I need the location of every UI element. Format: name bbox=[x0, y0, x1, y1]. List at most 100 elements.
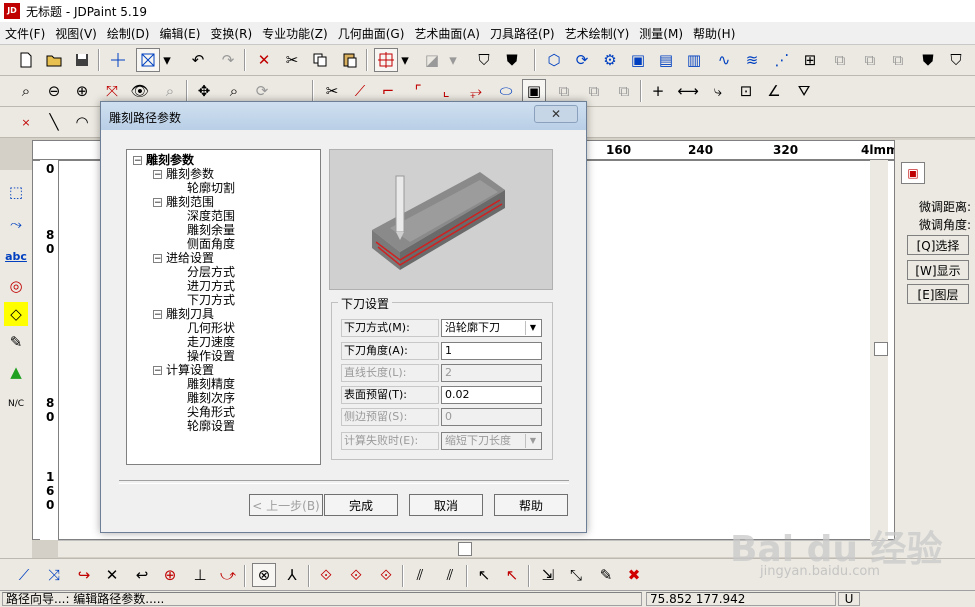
tree-expander-icon[interactable]: − bbox=[153, 366, 162, 376]
dimension-icon[interactable]: ⟷ bbox=[676, 79, 700, 103]
offset-icon[interactable]: ⥅ bbox=[464, 79, 488, 103]
plunge-mode-select[interactable]: 沿轮廓下刀 ▼ bbox=[441, 319, 542, 337]
diamond-tool-icon[interactable]: ◇ bbox=[4, 302, 28, 326]
diamond-node2-icon[interactable]: ⟐ bbox=[344, 563, 368, 587]
menu-measure[interactable]: 测量(M) bbox=[634, 25, 688, 42]
cross-tool-icon[interactable]: ✕ bbox=[100, 563, 124, 587]
line-icon[interactable]: ╲ bbox=[42, 110, 66, 134]
line-length-input[interactable]: 2 bbox=[441, 364, 542, 382]
help-button[interactable]: 帮助 bbox=[494, 494, 568, 516]
plus-icon[interactable]: + bbox=[646, 79, 670, 103]
zoom-in-icon[interactable]: ⊕ bbox=[70, 79, 94, 103]
menu-view[interactable]: 视图(V) bbox=[50, 25, 102, 42]
tree-expander-icon[interactable]: − bbox=[153, 198, 162, 208]
tree-node[interactable]: − 雕刻参数 bbox=[153, 167, 214, 181]
zoom-out-icon[interactable]: ⊖ bbox=[42, 79, 66, 103]
pan-icon[interactable]: ✥ bbox=[192, 79, 216, 103]
shield3-icon[interactable]: ⛉ bbox=[944, 48, 968, 72]
layer-tool-icon[interactable]: ⧉ bbox=[828, 48, 852, 72]
rect-tool-icon[interactable]: ▤ bbox=[654, 48, 678, 72]
pointer-delete-icon[interactable]: ↖ bbox=[500, 563, 524, 587]
grid-snap-icon[interactable] bbox=[374, 48, 398, 72]
extend-icon[interactable]: ⟋ bbox=[348, 79, 372, 103]
vertical-scrollbar[interactable] bbox=[870, 160, 888, 540]
select-rect-icon[interactable]: ⬚ bbox=[4, 180, 28, 204]
frame-icon[interactable]: ▣ bbox=[522, 79, 546, 103]
tree-node[interactable]: 操作设置 bbox=[187, 349, 235, 363]
hook-tool-icon[interactable]: ↩ bbox=[130, 563, 154, 587]
close-button[interactable]: ✕ bbox=[534, 105, 578, 123]
side-allowance-input[interactable]: 0 bbox=[441, 408, 542, 426]
tree-node[interactable]: − 雕刻参数 bbox=[133, 153, 194, 167]
surface-tool-icon[interactable]: ⬡ bbox=[542, 48, 566, 72]
eraser-icon[interactable]: ✎ bbox=[4, 330, 28, 354]
menu-edit[interactable]: 编辑(E) bbox=[154, 25, 205, 42]
tangent-icon[interactable]: ⤻ bbox=[216, 563, 240, 587]
diamond-node3-icon[interactable]: ⟐ bbox=[374, 563, 398, 587]
snap-point-icon[interactable]: ⊗ bbox=[252, 563, 276, 587]
menu-geometric-surface[interactable]: 几何曲面(G) bbox=[333, 25, 410, 42]
angle-icon[interactable]: ∠ bbox=[762, 79, 786, 103]
layer-button[interactable]: [E]图层 bbox=[907, 284, 969, 304]
new-file-icon[interactable] bbox=[14, 48, 38, 72]
zoom-window-icon[interactable]: ⌕ bbox=[14, 79, 38, 103]
tree-node[interactable]: 雕刻余量 bbox=[187, 223, 235, 237]
zoom-all-icon[interactable]: ⤧ bbox=[100, 79, 124, 103]
measure-line-icon[interactable]: ⤡ bbox=[564, 563, 588, 587]
params-tree[interactable]: − 雕刻参数 − 雕刻参数 轮廓切割 − 雕刻范围 深度范围 雕刻余量 侧面角度 − 进给设置 分层方式… bbox=[126, 149, 321, 465]
surface-allowance-input[interactable]: 0.02 bbox=[441, 386, 542, 404]
circle-tool-icon[interactable]: ◎ bbox=[4, 274, 28, 298]
plunge-angle-input[interactable]: 1 bbox=[441, 342, 542, 360]
tree-node[interactable]: − 雕刻范围 bbox=[153, 195, 214, 209]
dropdown-arrow-icon[interactable]: ▼ bbox=[525, 321, 540, 335]
trim-icon[interactable]: ✂ bbox=[320, 79, 344, 103]
menu-professional[interactable]: 专业功能(Z) bbox=[257, 25, 333, 42]
refresh-icon[interactable]: ⟳ bbox=[250, 79, 274, 103]
wave-tool-icon[interactable]: ≋ bbox=[740, 48, 764, 72]
eye-icon[interactable]: 👁 bbox=[128, 79, 152, 103]
fillet-icon[interactable]: ⌞ bbox=[434, 79, 458, 103]
arc-tool-icon[interactable]: ↪ bbox=[72, 563, 96, 587]
tree-node[interactable]: 雕刻精度 bbox=[187, 377, 235, 391]
tree-node[interactable]: 侧面角度 bbox=[187, 237, 235, 251]
close-red-icon[interactable]: ✖ bbox=[622, 563, 646, 587]
dropdown-arrow-icon[interactable]: ▾ bbox=[446, 48, 460, 72]
menu-draw[interactable]: 绘制(D) bbox=[102, 25, 155, 42]
marker-icon[interactable]: ⛛ bbox=[792, 79, 816, 103]
menu-file[interactable]: 文件(F) bbox=[0, 25, 50, 42]
tree-node[interactable]: 深度范围 bbox=[187, 209, 235, 223]
tree-node[interactable]: 进刀方式 bbox=[187, 279, 235, 293]
menu-toolpath[interactable]: 刀具路径(P) bbox=[485, 25, 560, 42]
menu-art-surface[interactable]: 艺术曲面(A) bbox=[409, 25, 485, 42]
pointer-icon[interactable]: ↖ bbox=[472, 563, 496, 587]
array2-icon[interactable]: ⧉ bbox=[582, 79, 606, 103]
rotate-tool-icon[interactable]: ⟳ bbox=[570, 48, 594, 72]
transform-icon[interactable]: ⇲ bbox=[536, 563, 560, 587]
tree-node[interactable]: 走刀速度 bbox=[187, 335, 235, 349]
scroll-thumb[interactable] bbox=[874, 342, 888, 356]
point-icon[interactable]: × bbox=[14, 110, 38, 134]
cone-icon[interactable]: ▲ bbox=[4, 360, 28, 384]
save-icon[interactable] bbox=[70, 48, 94, 72]
paste-icon[interactable] bbox=[338, 48, 362, 72]
open-folder-icon[interactable] bbox=[42, 48, 66, 72]
ellipse-icon[interactable]: ⬭ bbox=[494, 79, 518, 103]
document-edit-icon[interactable]: ✎ bbox=[594, 563, 618, 587]
menu-help[interactable]: 帮助(H) bbox=[688, 25, 740, 42]
curve-tool-icon[interactable]: ∿ bbox=[712, 48, 736, 72]
tree-expander-icon[interactable]: − bbox=[153, 254, 162, 264]
shield-icon[interactable]: ⛉ bbox=[472, 48, 496, 72]
redo-icon[interactable]: ↷ bbox=[216, 48, 240, 72]
tree-expander-icon[interactable]: − bbox=[133, 156, 142, 166]
dropdown-arrow-icon[interactable]: ▼ bbox=[525, 434, 540, 448]
undo-icon[interactable]: ↶ bbox=[186, 48, 210, 72]
zoom-realtime-icon[interactable]: ⌕ bbox=[222, 79, 246, 103]
tree-node[interactable]: 几何形状 bbox=[187, 321, 235, 335]
arc-icon[interactable]: ◠ bbox=[70, 110, 94, 134]
display-button[interactable]: [W]显示 bbox=[907, 260, 969, 280]
layer3-tool-icon[interactable]: ⧉ bbox=[886, 48, 910, 72]
prev-step-button[interactable]: < 上一步(B) bbox=[249, 494, 323, 516]
stack-tool-icon[interactable]: ▥ bbox=[682, 48, 706, 72]
panel-tab-icon[interactable]: ▣ bbox=[901, 162, 925, 184]
crosshair-icon[interactable] bbox=[106, 48, 130, 72]
